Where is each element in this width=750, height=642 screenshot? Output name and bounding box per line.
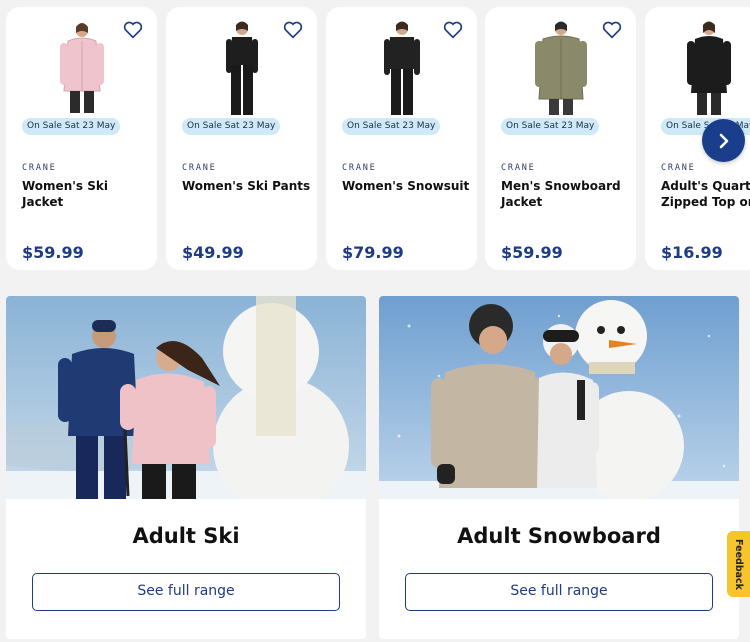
see-full-range-button[interactable]: See full range bbox=[405, 573, 713, 611]
feedback-tab[interactable]: Feedback bbox=[727, 531, 750, 597]
product-name[interactable]: Men's Snowboard Jacket bbox=[501, 178, 631, 210]
product-image bbox=[34, 13, 130, 121]
category-title: Adult Ski bbox=[132, 524, 240, 548]
product-image bbox=[354, 13, 450, 121]
category-card-adult-snowboard: Adult Snowboard See full range bbox=[379, 296, 739, 639]
product-price: $59.99 bbox=[22, 243, 84, 262]
product-name[interactable]: Women's Snowsuit bbox=[342, 178, 472, 194]
product-price: $49.99 bbox=[182, 243, 244, 262]
heart-icon[interactable] bbox=[602, 21, 622, 39]
category-card-adult-ski: Adult Ski See full range bbox=[6, 296, 366, 639]
sale-badge: On Sale Sat 23 May bbox=[22, 118, 121, 135]
heart-icon[interactable] bbox=[123, 21, 143, 39]
category-image bbox=[379, 296, 739, 499]
sale-badge: On Sale Sat 23 May bbox=[342, 118, 441, 135]
product-price: $79.99 bbox=[342, 243, 404, 262]
product-price: $59.99 bbox=[501, 243, 563, 262]
sale-badge: On Sale Sat 23 May bbox=[501, 118, 600, 135]
carousel-next-button[interactable] bbox=[702, 119, 745, 162]
product-card[interactable]: On Sale Sat 23 May CRANE Women's Snowsui… bbox=[326, 7, 477, 270]
product-brand: CRANE bbox=[661, 163, 696, 173]
product-image bbox=[194, 13, 290, 121]
product-card[interactable]: On Sale Sat 23 May CRANE Men's Snowboard… bbox=[485, 7, 636, 270]
category-image bbox=[6, 296, 366, 499]
product-image bbox=[513, 13, 609, 121]
product-card[interactable]: On Sale Sat 23 May CRANE Women's Ski Pan… bbox=[166, 7, 317, 270]
product-brand: CRANE bbox=[182, 163, 217, 173]
sale-badge: On Sale Sat 23 May bbox=[182, 118, 281, 135]
category-title: Adult Snowboard bbox=[457, 524, 661, 548]
product-price: $16.99 bbox=[661, 243, 723, 262]
chevron-right-icon bbox=[719, 133, 728, 148]
product-name[interactable]: Adult's Quarter Zipped Top or... bbox=[661, 178, 750, 210]
product-brand: CRANE bbox=[501, 163, 536, 173]
see-full-range-button[interactable]: See full range bbox=[32, 573, 340, 611]
heart-icon[interactable] bbox=[443, 21, 463, 39]
product-brand: CRANE bbox=[342, 163, 377, 173]
heart-icon[interactable] bbox=[283, 21, 303, 39]
product-name[interactable]: Women's Ski Jacket bbox=[22, 178, 152, 210]
feedback-label: Feedback bbox=[733, 538, 745, 590]
product-card[interactable]: On Sale Sat 23 May CRANE Women's Ski Jac… bbox=[6, 7, 157, 270]
product-image bbox=[673, 13, 750, 121]
product-brand: CRANE bbox=[22, 163, 57, 173]
product-carousel: On Sale Sat 23 May CRANE Women's Ski Jac… bbox=[0, 0, 750, 282]
product-name[interactable]: Women's Ski Pants bbox=[182, 178, 312, 194]
